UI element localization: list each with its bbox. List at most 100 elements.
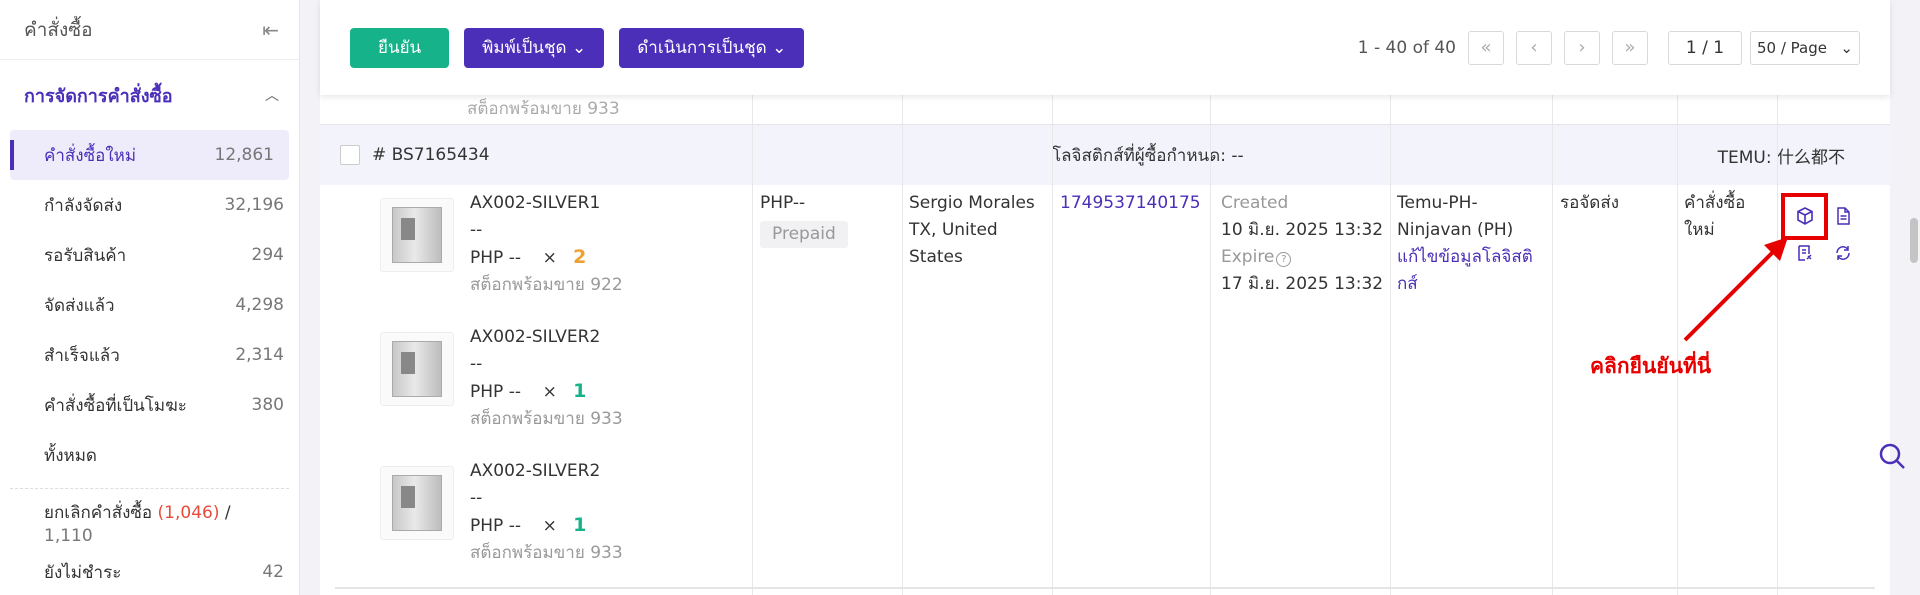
product-item: AX002-SILVER1 -- PHP -- × 2 สต็อกพร้อมขา…: [380, 190, 680, 310]
sidebar-item-label: คำสั่งซื้อที่เป็นโมฆะ: [44, 395, 187, 416]
sidebar-item-count: 4,298: [235, 295, 284, 315]
chevron-down-icon: ⌄: [566, 37, 587, 58]
column-divider: [752, 95, 753, 595]
sidebar-item-shipping[interactable]: กำลังจัดส่ง 32,196: [0, 180, 299, 230]
order-price-cell: PHP-- Prepaid: [760, 190, 848, 248]
sidebar-item-completed[interactable]: สำเร็จแล้ว 2,314: [0, 330, 299, 380]
times-sign: ×: [542, 382, 557, 402]
next-page-icon[interactable]: ›: [1564, 30, 1600, 65]
process-batch-label: ดำเนินการเป็นชุด: [637, 38, 767, 58]
page-range: 1 - 40 of 40: [1357, 37, 1456, 58]
sidebar-item-unpaid[interactable]: ยังไม่ชำระ 42: [0, 547, 299, 595]
order-list: สต็อกพร้อมขาย 933 # BS7165434 โลจิสติกส์…: [320, 95, 1890, 595]
page-input[interactable]: 1 / 1: [1668, 30, 1742, 65]
help-icon[interactable]: ?: [1276, 252, 1292, 267]
product-qty: 2: [573, 246, 587, 268]
collapse-sidebar-icon[interactable]: ⇤: [262, 18, 279, 42]
column-divider: [1210, 95, 1211, 595]
sidebar-item-label: จัดส่งแล้ว: [44, 295, 115, 316]
pagination: 1 - 40 of 40 « ‹ › » 1 / 1 50 / Page ⌄: [1357, 30, 1860, 65]
product-image[interactable]: [380, 332, 454, 406]
column-divider: [902, 95, 903, 595]
sidebar-item-count: 294: [251, 245, 284, 265]
product-price: PHP --: [470, 248, 521, 268]
chevron-down-icon: ⌄: [1840, 38, 1853, 57]
sidebar-item-all[interactable]: ทั้งหมด: [0, 430, 299, 480]
product-qty: 1: [573, 514, 587, 536]
carrier-cell: Temu-PH- Ninjavan (PH) แก้ไขข้อมูลโลจิสต…: [1397, 190, 1533, 298]
tracking-number[interactable]: 1749537140175: [1060, 190, 1201, 217]
times-sign: ×: [542, 516, 557, 536]
previous-order-row: สต็อกพร้อมขาย 933: [320, 95, 1890, 125]
sidebar-item-count: 32,196: [224, 195, 284, 215]
sidebar-item-shipped[interactable]: จัดส่งแล้ว 4,298: [0, 280, 299, 330]
cancel-red-count: (1,046): [157, 502, 220, 523]
column-divider: [1552, 95, 1553, 595]
order-id: # BS7165434: [372, 145, 490, 165]
previous-stock-text: สต็อกพร้อมขาย 933: [467, 99, 620, 119]
product-item: AX002-SILVER2 -- PHP -- × 1 สต็อกพร้อมขา…: [380, 458, 680, 578]
created-date: 10 มิ.ย. 2025 13:32: [1221, 220, 1384, 240]
cancel-label: ยกเลิกคำสั่งซื้อ: [44, 502, 153, 523]
fulfilment-status: รอจัดส่ง: [1560, 193, 1620, 213]
sidebar: คำสั่งซื้อ ⇤ การจัดการคำสั่งซื้อ ︿ คำสั่…: [0, 0, 300, 595]
buyer-country: States: [909, 247, 963, 267]
sidebar-item-void-orders[interactable]: คำสั่งซื้อที่เป็นโมฆะ 380: [0, 380, 299, 430]
edit-logistics-link[interactable]: แก้ไขข้อมูลโลจิสติ กส์: [1397, 244, 1533, 298]
print-batch-label: พิมพ์เป็นชุด: [482, 38, 567, 58]
column-divider: [1052, 95, 1053, 595]
product-qty: 1: [573, 380, 587, 402]
sidebar-item-label: คำสั่งซื้อใหม่: [44, 145, 137, 166]
edit-logistics-line-1: แก้ไขข้อมูลโลจิสติ: [1397, 247, 1533, 267]
sidebar-item-awaiting-pickup[interactable]: รอรับสินค้า 294: [0, 230, 299, 280]
confirm-button[interactable]: ยืนยัน: [350, 27, 450, 68]
product-variant: --: [470, 488, 483, 508]
sidebar-item-cancelled[interactable]: ยกเลิกคำสั่งซื้อ (1,046) / 1,110: [0, 497, 299, 547]
product-price-qty: PHP -- × 1: [470, 378, 623, 406]
order-header: # BS7165434 โลจิสติกส์ที่ผู้ซื้อกำหนด: -…: [320, 125, 1890, 185]
sidebar-item-label: ยังไม่ชำระ: [44, 562, 122, 583]
last-page-icon[interactable]: »: [1612, 30, 1648, 65]
print-batch-button[interactable]: พิมพ์เป็นชุด ⌄: [464, 27, 605, 68]
process-batch-button[interactable]: ดำเนินการเป็นชุด ⌄: [619, 27, 805, 68]
product-image[interactable]: [380, 466, 454, 540]
page-size-value: 50 / Page: [1757, 38, 1827, 57]
product-image[interactable]: [380, 198, 454, 272]
sidebar-title: คำสั่งซื้อ: [24, 18, 93, 41]
sidebar-item-label: ยกเลิกคำสั่งซื้อ (1,046) / 1,110: [44, 499, 284, 546]
page-scrollbar[interactable]: [1910, 218, 1918, 263]
sidebar-item-new-orders[interactable]: คำสั่งซื้อใหม่ 12,861: [10, 130, 289, 180]
sidebar-item-count: 12,861: [214, 145, 274, 165]
prev-page-icon[interactable]: ‹: [1516, 30, 1552, 65]
column-divider: [1390, 95, 1391, 595]
product-price: PHP --: [470, 516, 521, 536]
payment-badge: Prepaid: [760, 221, 848, 248]
document-icon[interactable]: [1830, 203, 1856, 229]
expire-label: Expire: [1221, 247, 1275, 267]
sidebar-group-label: การจัดการคำสั่งซื้อ: [24, 85, 173, 107]
buyer-region: TX, United: [909, 220, 998, 240]
order-checkbox[interactable]: [340, 145, 360, 165]
next-order-divider: [335, 587, 1875, 589]
annotation-text: คลิกยืนยันที่นี่: [1590, 354, 1712, 378]
search-icon[interactable]: [1878, 442, 1906, 477]
sync-icon[interactable]: [1830, 240, 1856, 266]
created-label: Created: [1221, 193, 1289, 213]
sidebar-item-label: สำเร็จแล้ว: [44, 345, 120, 366]
cancel-separator: /: [224, 502, 231, 523]
product-stock: สต็อกพร้อมขาย 933: [470, 409, 623, 429]
product-stock: สต็อกพร้อมขาย 933: [470, 543, 623, 563]
cancel-total: 1,110: [44, 525, 93, 546]
sidebar-item-count: 380: [251, 395, 284, 415]
page-size-select[interactable]: 50 / Page ⌄: [1750, 30, 1860, 65]
first-page-icon[interactable]: «: [1468, 30, 1504, 65]
chevron-down-icon: ⌄: [766, 37, 787, 58]
buyer-logistics: โลจิสติกส์ที่ผู้ซื้อกำหนด: --: [1052, 145, 1244, 166]
product-stock: สต็อกพร้อมขาย 922: [470, 275, 623, 295]
product-variant: --: [470, 220, 483, 240]
product-sku: AX002-SILVER2: [470, 327, 601, 347]
expire-row: Expire?: [1221, 244, 1383, 271]
sidebar-group-order-management[interactable]: การจัดการคำสั่งซื้อ ︿: [0, 60, 299, 130]
sidebar-item-label: กำลังจัดส่ง: [44, 195, 123, 216]
edit-logistics-line-2: กส์: [1397, 274, 1418, 294]
